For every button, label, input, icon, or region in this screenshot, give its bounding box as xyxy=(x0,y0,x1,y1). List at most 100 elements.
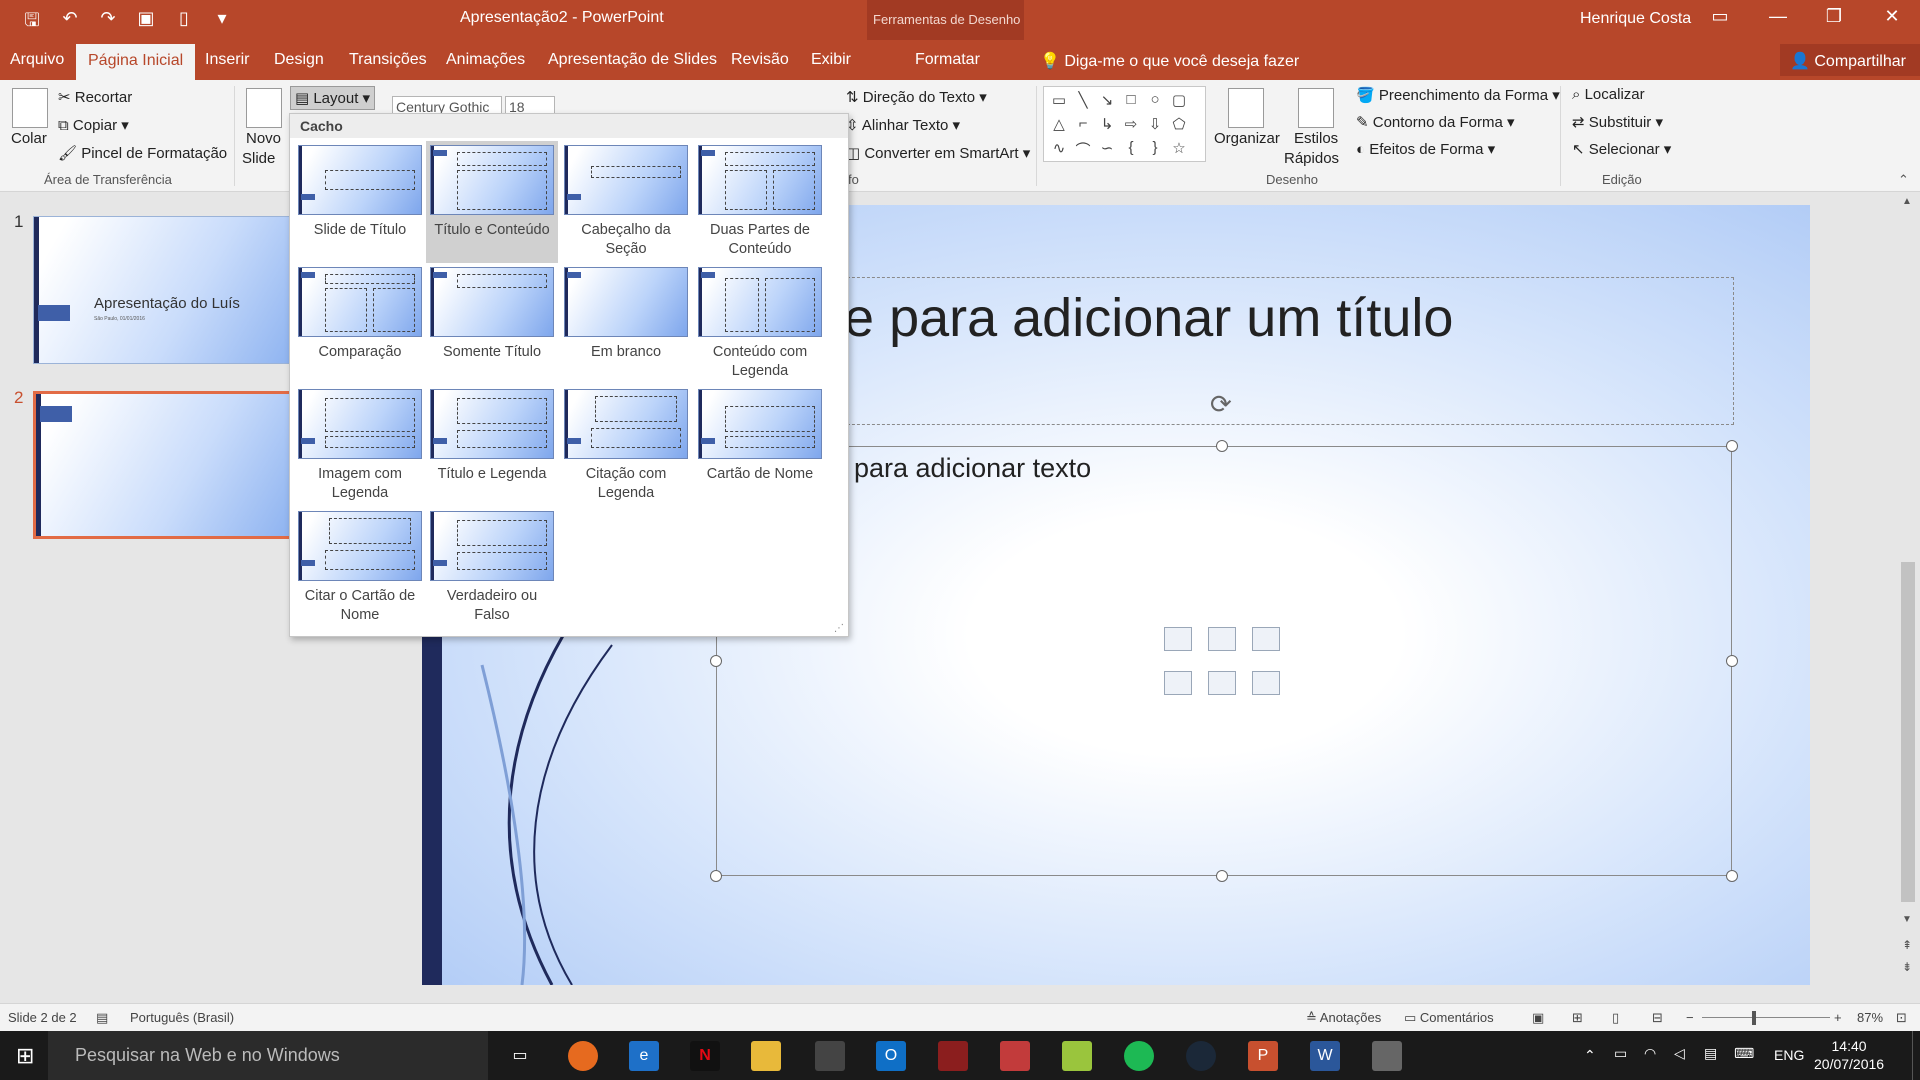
start-from-beginning-icon[interactable]: ▣ xyxy=(134,8,158,38)
new-slide-label-1[interactable]: Novo xyxy=(246,130,281,147)
right-arrow-shape-icon[interactable]: ⇨ xyxy=(1120,115,1142,133)
paste-icon[interactable] xyxy=(12,88,48,128)
format-painter-button[interactable]: 🖌 Pincel de Formatação xyxy=(58,144,227,162)
arc-shape-icon[interactable]: ⌒ xyxy=(1072,139,1094,160)
steam-icon[interactable] xyxy=(1186,1041,1216,1071)
resize-handle[interactable] xyxy=(710,655,722,667)
zoom-in-icon[interactable]: + xyxy=(1834,1010,1842,1025)
layout-option[interactable]: Em branco xyxy=(560,263,692,362)
tab-animations[interactable]: Animações xyxy=(446,51,525,69)
arrow-line-shape-icon[interactable]: ↘ xyxy=(1096,91,1118,109)
shape-effects-button[interactable]: ◐ Efeitos de Forma ▾ xyxy=(1356,140,1495,158)
language-indicator[interactable]: Português (Brasil) xyxy=(130,1010,234,1025)
zoom-slider-thumb[interactable] xyxy=(1752,1011,1756,1025)
layout-option[interactable]: Citar o Cartão de Nome xyxy=(294,507,426,625)
taskbar-search-box[interactable]: Pesquisar na Web e no Windows xyxy=(48,1031,488,1080)
word-icon[interactable]: W xyxy=(1310,1041,1340,1071)
close-icon[interactable]: ✕ xyxy=(1872,6,1912,27)
slideshow-view-icon[interactable]: ⊟ xyxy=(1652,1010,1663,1026)
find-button[interactable]: ⌕ Localizar xyxy=(1572,86,1645,103)
input-language[interactable]: ENG xyxy=(1774,1047,1804,1063)
edge-icon[interactable]: e xyxy=(629,1041,659,1071)
quick-styles-label-2[interactable]: Rápidos xyxy=(1284,150,1339,167)
netflix-icon[interactable]: N xyxy=(690,1041,720,1071)
tab-home[interactable]: Página Inicial xyxy=(76,44,196,80)
restore-icon[interactable]: ❐ xyxy=(1814,6,1854,27)
tab-view[interactable]: Exibir xyxy=(811,51,851,69)
battery-icon[interactable]: ▭ xyxy=(1614,1045,1627,1062)
down-arrow-shape-icon[interactable]: ⇩ xyxy=(1144,115,1166,133)
text-direction-button[interactable]: ⇅ Direção do Texto ▾ xyxy=(846,88,987,106)
new-slide-icon[interactable] xyxy=(246,88,282,128)
layout-option[interactable]: Cabeçalho da Seção xyxy=(560,141,692,259)
tab-slideshow[interactable]: Apresentação de Slides xyxy=(548,51,717,69)
tab-review[interactable]: Revisão xyxy=(731,51,789,69)
undo-icon[interactable]: ↶ xyxy=(58,8,82,38)
dota-icon[interactable] xyxy=(938,1041,968,1071)
ribbon-display-options-icon[interactable]: ▭ xyxy=(1700,6,1740,27)
file-explorer-icon[interactable] xyxy=(751,1041,781,1071)
layout-option[interactable]: Título e Legenda xyxy=(426,385,558,484)
insert-chart-icon[interactable] xyxy=(1208,627,1236,651)
rounded-rectangle-shape-icon[interactable]: ▢ xyxy=(1168,91,1190,109)
resize-handle[interactable] xyxy=(710,870,722,882)
slide-thumbnail-1[interactable]: Apresentação do Luís São Paulo, 01/01/20… xyxy=(33,216,293,364)
zoom-level[interactable]: 87% xyxy=(1857,1010,1883,1025)
elbow-arrow-shape-icon[interactable]: ↳ xyxy=(1096,115,1118,133)
arrange-button[interactable]: Organizar xyxy=(1214,130,1280,147)
insert-picture-icon[interactable] xyxy=(1164,671,1192,695)
replace-button[interactable]: ⇄ Substituir ▾ xyxy=(1572,113,1663,131)
normal-view-icon[interactable]: ▣ xyxy=(1532,1010,1544,1026)
spotify-icon[interactable] xyxy=(1124,1041,1154,1071)
zoom-slider[interactable] xyxy=(1702,1017,1830,1018)
tab-design[interactable]: Design xyxy=(274,51,324,69)
insert-smartart-icon[interactable] xyxy=(1252,627,1280,651)
quick-styles-label-1[interactable]: Estilos xyxy=(1294,130,1338,147)
rotate-handle-icon[interactable]: ⟳ xyxy=(1210,389,1232,420)
scrollbar-thumb[interactable] xyxy=(1901,562,1915,902)
layout-option[interactable]: Citação com Legenda xyxy=(560,385,692,503)
new-slide-label-2[interactable]: Slide xyxy=(242,150,275,167)
line-shape-icon[interactable]: ╲ xyxy=(1072,91,1094,109)
outlook-icon[interactable]: O xyxy=(876,1041,906,1071)
select-button[interactable]: ↖ Selecionar ▾ xyxy=(1572,140,1671,158)
curve-shape-icon[interactable]: ∽ xyxy=(1096,139,1118,157)
comments-button[interactable]: ▭ Comentários xyxy=(1404,1010,1494,1026)
volume-icon[interactable]: ◁ xyxy=(1674,1045,1685,1062)
next-slide-icon[interactable]: ⇟ xyxy=(1902,960,1912,974)
show-hidden-icons-icon[interactable]: ⌃ xyxy=(1584,1047,1596,1064)
resize-handle[interactable] xyxy=(1726,440,1738,452)
slide-sorter-icon[interactable]: ⊞ xyxy=(1572,1010,1583,1026)
layout-option[interactable]: Imagem com Legenda xyxy=(294,385,426,503)
zoom-out-icon[interactable]: − xyxy=(1686,1010,1694,1025)
left-brace-shape-icon[interactable]: { xyxy=(1120,139,1142,156)
new-document-icon[interactable]: ▯ xyxy=(172,8,196,38)
cut-button[interactable]: ✂ Recortar xyxy=(58,88,132,106)
layout-option[interactable]: Conteúdo com Legenda xyxy=(694,263,826,381)
show-desktop-button[interactable] xyxy=(1912,1031,1920,1080)
right-brace-shape-icon[interactable]: } xyxy=(1144,139,1166,156)
resize-handle[interactable] xyxy=(1726,870,1738,882)
collapse-ribbon-icon[interactable]: ⌃ xyxy=(1898,172,1909,188)
convert-smartart-button[interactable]: ◫ Converter em SmartArt ▾ xyxy=(846,144,1030,162)
popcorn-time-icon[interactable] xyxy=(1000,1041,1030,1071)
paste-button[interactable]: Colar xyxy=(11,130,47,147)
slide-thumbnail-2[interactable] xyxy=(33,391,293,539)
snipping-tool-icon[interactable] xyxy=(1372,1041,1402,1071)
minimize-icon[interactable]: — xyxy=(1758,6,1798,27)
insert-table-icon[interactable] xyxy=(1164,627,1192,651)
scroll-up-icon[interactable]: ▲ xyxy=(1902,196,1912,207)
layout-option[interactable]: Slide de Título xyxy=(294,141,426,240)
firefox-icon[interactable] xyxy=(568,1041,598,1071)
layout-button[interactable]: ▤ Layout ▾ xyxy=(290,86,376,110)
tab-format[interactable]: Formatar xyxy=(915,51,980,69)
resize-handle[interactable] xyxy=(1216,440,1228,452)
quick-styles-icon[interactable] xyxy=(1298,88,1334,128)
insert-video-icon[interactable] xyxy=(1252,671,1280,695)
layout-option-selected[interactable]: Título e Conteúdo xyxy=(426,141,558,263)
tab-transitions[interactable]: Transições xyxy=(349,51,427,69)
powerpoint-icon[interactable]: P xyxy=(1248,1041,1278,1071)
vertical-scrollbar[interactable]: ▲ ▼ ⇞ ⇟ xyxy=(1896,192,1920,1000)
pentagon-shape-icon[interactable]: ⬠ xyxy=(1168,115,1190,133)
layout-option[interactable]: Verdadeiro ou Falso xyxy=(426,507,558,625)
